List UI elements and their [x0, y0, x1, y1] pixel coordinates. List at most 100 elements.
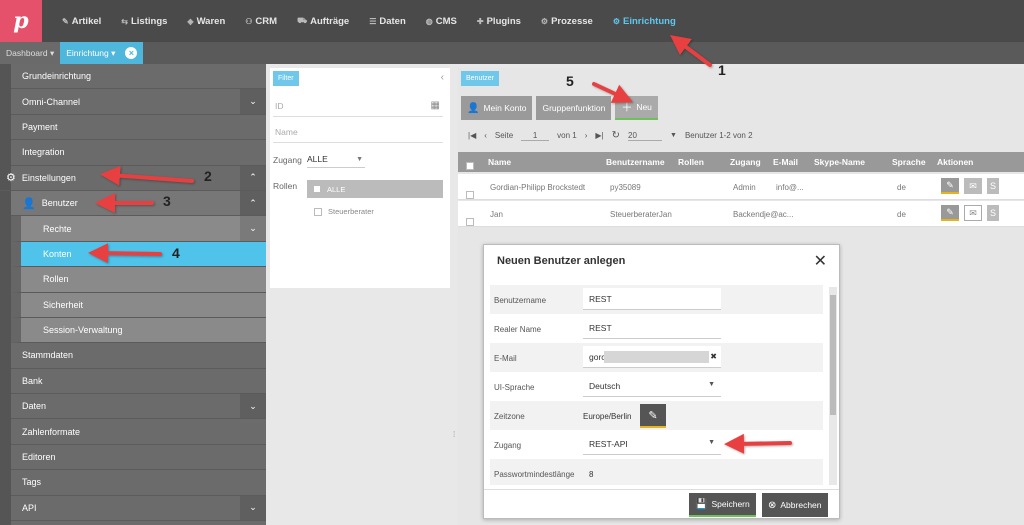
- per-page-select[interactable]: 20: [628, 131, 663, 141]
- nav-einrichtung[interactable]: ⚙ Einrichtung: [613, 16, 676, 27]
- table-row[interactable]: Jan SteuerberaterJan Backend je@ac... de…: [458, 201, 1024, 227]
- access-select[interactable]: REST-API ▼: [583, 433, 721, 455]
- sidebar-item-grundeinrichtung[interactable]: Grundeinrichtung: [11, 64, 266, 90]
- id-input[interactable]: ID: [275, 101, 284, 111]
- zugang-label: Zugang: [273, 155, 302, 165]
- nav-plugins[interactable]: ✚ Plugins: [477, 16, 521, 27]
- checkbox[interactable]: [314, 207, 322, 216]
- chevron-down-icon[interactable]: ⌄: [240, 394, 266, 419]
- next-page-icon[interactable]: ›: [585, 131, 588, 140]
- step-number-1: 1: [718, 62, 726, 78]
- tab-einrichtung[interactable]: Einrichtung ▾ ×: [60, 42, 144, 64]
- sidebar-item-stammdaten[interactable]: Stammdaten: [11, 343, 266, 369]
- ui-language-select[interactable]: Deutsch ▼: [583, 375, 721, 397]
- nav-waren[interactable]: ◈ Waren: [187, 16, 225, 27]
- sidebar-item-api[interactable]: API ⌄: [11, 495, 266, 522]
- id-search-icon[interactable]: ▦: [431, 100, 440, 111]
- form-row-realer-name: Realer Name REST: [490, 314, 823, 343]
- cell-benutzername: py35089: [610, 183, 641, 192]
- chevron-down-icon[interactable]: ⌄: [240, 495, 266, 521]
- sidebar-item-benutzer[interactable]: 👤 Benutzer ⌃: [11, 190, 266, 217]
- col-zugang[interactable]: Zugang: [730, 157, 761, 167]
- nav-auftraege[interactable]: ⛟ Aufträge: [297, 16, 349, 27]
- step-number-4: 4: [172, 245, 180, 261]
- skype-icon[interactable]: S: [987, 205, 999, 221]
- sidebar-item-tags[interactable]: Tags: [11, 470, 266, 496]
- sidebar-item-konten[interactable]: Konten: [11, 241, 266, 268]
- sidebar-item-integration[interactable]: Integration: [11, 140, 266, 166]
- col-skype[interactable]: Skype-Name: [814, 157, 865, 167]
- nav-crm[interactable]: ⚇ CRM: [245, 16, 277, 27]
- toolbar: 👤 Mein Konto Gruppenfunktion ＋ Neu: [461, 96, 662, 120]
- sidebar-item-daten[interactable]: Daten ⌄: [11, 394, 266, 420]
- table-row[interactable]: Gordian-Philipp Brockstedt py35089 Admin…: [458, 174, 1024, 200]
- mail-icon[interactable]: ✉: [964, 205, 982, 221]
- chevron-up-icon[interactable]: ⌃: [240, 190, 266, 216]
- nav-artikel[interactable]: ✎ Artikel: [62, 16, 101, 27]
- last-page-icon[interactable]: ▶|: [595, 131, 603, 140]
- cell-sprache: de: [897, 210, 906, 219]
- min-password-length-value: 8: [589, 470, 594, 479]
- chevron-down-icon[interactable]: ⌄: [240, 89, 266, 114]
- sidebar-item-session-verwaltung[interactable]: Session-Verwaltung: [11, 317, 266, 344]
- zugang-select[interactable]: ALLE ▼: [307, 154, 365, 168]
- nav-cms[interactable]: ◍ CMS: [426, 16, 457, 27]
- mail-icon[interactable]: ✉: [964, 178, 982, 194]
- close-icon[interactable]: ✕: [814, 251, 827, 271]
- form-row-benutzername: Benutzername REST: [490, 285, 823, 314]
- col-name[interactable]: Name: [488, 157, 511, 167]
- my-account-button[interactable]: 👤 Mein Konto: [461, 96, 533, 120]
- edit-timezone-pencil-icon[interactable]: ✎: [640, 404, 666, 428]
- benutzername-input[interactable]: REST: [583, 288, 721, 310]
- page-input[interactable]: 1: [521, 131, 550, 141]
- sidebar-item-einstellungen[interactable]: ⚙ Einstellungen ⌃: [0, 165, 266, 191]
- email-input[interactable]: gorc ✖: [583, 346, 721, 368]
- nav-prozesse[interactable]: ⚙ Prozesse: [541, 16, 593, 27]
- group-function-button[interactable]: Gruppenfunktion: [536, 96, 612, 120]
- goods-icon: ◈: [187, 16, 194, 26]
- first-page-icon[interactable]: |◀: [468, 131, 476, 140]
- redacted-area: [604, 351, 709, 363]
- plentymarkets-logo[interactable]: p: [0, 0, 42, 42]
- dialog-title: Neuen Benutzer anlegen: [497, 255, 626, 267]
- name-input[interactable]: Name: [275, 127, 298, 137]
- dialog-scrollbar[interactable]: [829, 287, 837, 485]
- sidebar-item-zahlenformate[interactable]: Zahlenformate: [11, 419, 266, 445]
- collapse-left-icon[interactable]: ‹: [441, 72, 444, 83]
- cell-zugang: Backend: [733, 210, 765, 219]
- nav-daten[interactable]: ☰ Daten: [369, 16, 406, 27]
- sidebar-item-rollen[interactable]: Rollen: [11, 267, 266, 293]
- checkbox[interactable]: [313, 185, 321, 193]
- sidebar-item-rechte[interactable]: Rechte ⌄: [11, 216, 266, 242]
- cancel-button[interactable]: ⊗ Abbrechen: [762, 493, 828, 517]
- col-rollen[interactable]: Rollen: [678, 157, 704, 167]
- new-user-button[interactable]: ＋ Neu: [615, 96, 658, 120]
- clear-icon[interactable]: ✖: [710, 352, 717, 361]
- resize-handle[interactable]: ⁞: [453, 430, 455, 439]
- col-email[interactable]: E-Mail: [773, 157, 798, 167]
- rollen-steuerberater-option[interactable]: Steuerberater: [314, 207, 374, 216]
- sidebar-item-payment[interactable]: Payment: [11, 115, 266, 141]
- skype-icon[interactable]: S: [987, 178, 999, 194]
- plus-icon: ＋: [621, 102, 633, 114]
- col-sprache[interactable]: Sprache: [892, 157, 926, 167]
- nav-listings[interactable]: ⇆ Listings: [121, 16, 167, 27]
- close-tab-icon[interactable]: ×: [125, 47, 138, 59]
- edit-pencil-icon[interactable]: ✎: [941, 178, 959, 194]
- edit-pencil-icon[interactable]: ✎: [941, 205, 959, 221]
- save-button[interactable]: 💾 Speichern: [689, 493, 756, 517]
- refresh-icon[interactable]: ↻: [612, 130, 620, 141]
- rollen-all-option[interactable]: ALLE: [307, 180, 443, 198]
- prev-page-icon[interactable]: ‹: [484, 131, 487, 140]
- chevron-down-icon[interactable]: ⌄: [240, 216, 266, 241]
- real-name-input[interactable]: REST: [583, 317, 721, 339]
- col-benutzername[interactable]: Benutzername: [606, 157, 665, 167]
- chevron-up-icon[interactable]: ⌃: [240, 165, 266, 190]
- scroll-thumb[interactable]: [830, 295, 836, 415]
- cell-name: Gordian-Philipp Brockstedt: [490, 183, 586, 192]
- tab-dashboard[interactable]: Dashboard ▾: [0, 42, 61, 64]
- sidebar-item-bank[interactable]: Bank: [11, 369, 266, 395]
- sidebar-item-omni-channel[interactable]: Omni-Channel ⌄: [11, 89, 266, 115]
- sidebar-item-editoren[interactable]: Editoren: [11, 445, 266, 471]
- sidebar-item-sicherheit[interactable]: Sicherheit: [11, 292, 266, 318]
